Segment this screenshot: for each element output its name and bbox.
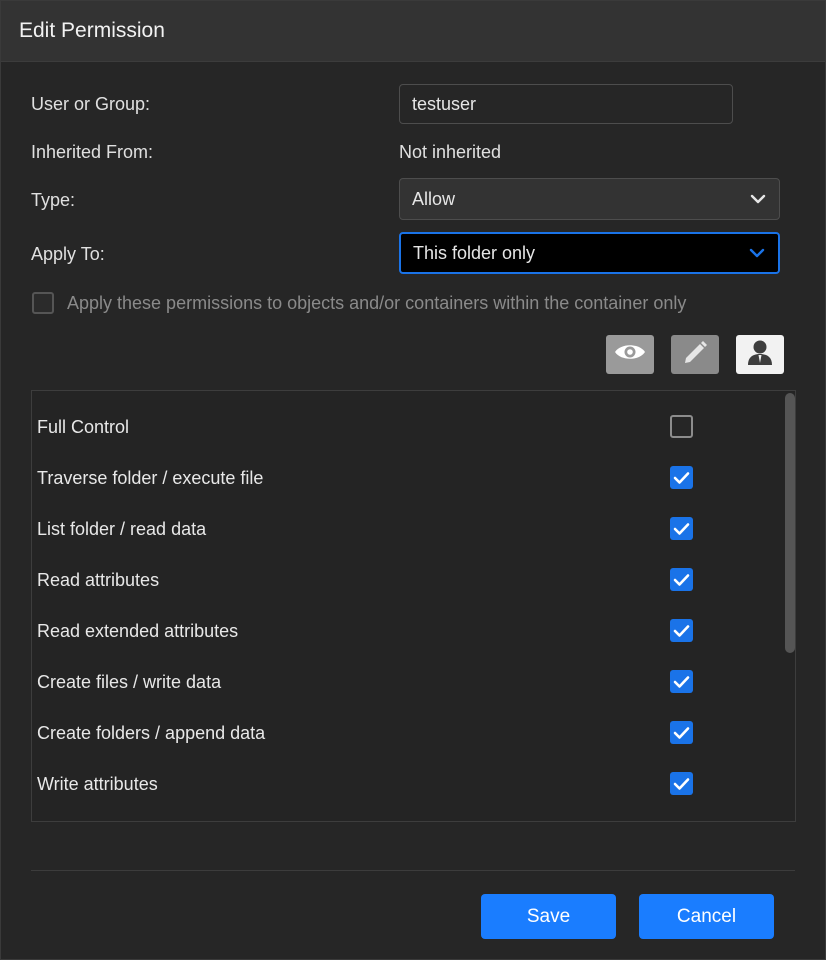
apply-to-select-value: This folder only (413, 242, 536, 263)
view-permission-button[interactable] (606, 335, 654, 374)
user-or-group-field[interactable]: testuser (399, 84, 733, 124)
permission-row[interactable]: Read attributes (32, 555, 782, 606)
edit-permission-dialog: Edit Permission User or Group: testuser … (0, 0, 826, 960)
permission-row[interactable]: Create folders / append data (32, 708, 782, 759)
checkmark-icon (673, 522, 690, 535)
chevron-down-icon (748, 244, 766, 262)
cancel-button[interactable]: Cancel (639, 894, 774, 939)
permission-row[interactable]: Write attributes (32, 759, 782, 810)
permission-label: Read extended attributes (37, 621, 239, 641)
permission-row[interactable]: Write extended attributes (32, 810, 782, 821)
apply-container-only-label: Apply these permissions to objects and/o… (67, 293, 687, 313)
permission-row[interactable]: Traverse folder / execute file (32, 453, 782, 504)
apply-to-label: Apply To: (31, 244, 105, 264)
permission-row[interactable]: Full Control (32, 402, 782, 453)
permission-row[interactable]: Create files / write data (32, 657, 782, 708)
permission-row[interactable]: List folder / read data (32, 504, 782, 555)
eye-icon (613, 341, 647, 368)
permission-label: List folder / read data (37, 519, 207, 539)
permission-label: Traverse folder / execute file (37, 468, 264, 488)
permission-checkbox[interactable] (670, 466, 693, 489)
permission-row[interactable]: Read extended attributes (32, 606, 782, 657)
permissions-list[interactable]: Full Control Traverse folder / execute fi… (31, 390, 796, 822)
permission-checkbox[interactable] (670, 415, 693, 438)
permission-checkbox[interactable] (670, 721, 693, 744)
permission-label: Create folders / append data (37, 723, 266, 743)
permission-checkbox[interactable] (670, 517, 693, 540)
type-label: Type: (31, 190, 76, 210)
footer-divider (31, 870, 795, 871)
type-select-value: Allow (412, 188, 456, 209)
permission-label: Write attributes (37, 774, 158, 794)
permission-label: Full Control (37, 417, 130, 437)
apply-container-only-checkbox[interactable] (32, 292, 54, 314)
edit-permission-button[interactable] (671, 335, 719, 374)
user-or-group-value: testuser (412, 93, 477, 114)
inherited-from-value: Not inherited (399, 142, 502, 162)
checkmark-icon (673, 573, 690, 586)
permission-checkbox[interactable] (670, 619, 693, 642)
permission-label: Read attributes (37, 570, 160, 590)
pencil-icon (681, 338, 709, 371)
permission-checkbox[interactable] (670, 772, 693, 795)
checkmark-icon (673, 726, 690, 739)
inherited-from-label: Inherited From: (31, 142, 154, 162)
user-icon (747, 338, 773, 371)
permission-checkbox[interactable] (670, 670, 693, 693)
checkmark-icon (673, 777, 690, 790)
permission-label: Create files / write data (37, 672, 222, 692)
type-select[interactable]: Allow (399, 178, 780, 220)
checkmark-icon (673, 675, 690, 688)
chevron-down-icon (749, 190, 767, 208)
user-or-group-label: User or Group: (31, 94, 151, 114)
permission-checkbox[interactable] (670, 568, 693, 591)
user-permission-button[interactable] (736, 335, 784, 374)
dialog-title: Edit Permission (1, 1, 825, 62)
checkmark-icon (673, 471, 690, 484)
scrollbar[interactable] (785, 393, 795, 653)
apply-to-select[interactable]: This folder only (399, 232, 780, 274)
save-button[interactable]: Save (481, 894, 616, 939)
checkmark-icon (673, 624, 690, 637)
